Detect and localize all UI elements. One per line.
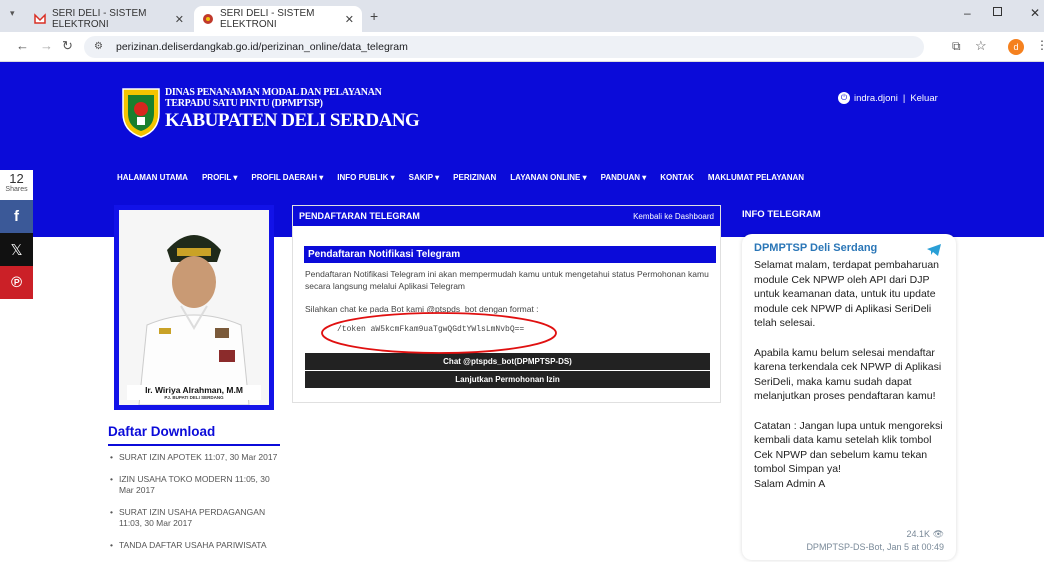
bookmark-star-icon[interactable]: ☆ [975,38,987,54]
forward-arrow-icon[interactable]: → [40,38,53,53]
site-title-line2: TERPADU SATU PINTU (DPMPTSP) [165,98,323,109]
red-annotation-ellipse [321,312,557,354]
x-share-button[interactable]: 𝕏 [0,233,33,266]
x-icon: 𝕏 [10,241,23,259]
user-menu: ⏻ indra.djoni | Keluar [838,92,938,104]
nav-kontak[interactable]: KONTAK [660,173,694,182]
view-count: 24.1K [906,529,931,539]
info-telegram-section: INFO TELEGRAM DPMPTSP Deli Serdang Selam… [736,205,956,561]
official-title: PJ. BUPATI DELI SERDANG [164,395,224,400]
new-tab-icon[interactable]: + [370,8,378,24]
official-portrait-image [119,210,269,405]
panel-title: PENDAFTARAN TELEGRAM [299,211,420,221]
site-title-line3: KABUPATEN DELI SERDANG [165,110,420,131]
download-item-date: 11:03, 30 Mar 2017 [119,518,193,528]
download-list-title: Daftar Download [108,424,216,439]
download-title-underline [108,444,280,446]
download-item-name[interactable]: SURAT IZIN USAHA PERDAGANGAN [119,507,265,517]
official-photo-frame: Ir. Wiriya Alrahman, M.M PJ. BUPATI DELI… [114,205,274,410]
maximize-icon[interactable] [993,7,1002,16]
download-item[interactable]: TANDA DAFTAR USAHA PARIWISATA [110,540,279,551]
telegram-message-text: Selamat malam, terdapat pembaharuan modu… [754,259,943,490]
download-item[interactable]: SURAT IZIN APOTEK 11:07, 30 Mar 2017 [110,452,279,463]
close-tab-icon[interactable]: ✕ [175,13,184,26]
official-caption: Ir. Wiriya Alrahman, M.M PJ. BUPATI DELI… [127,385,261,400]
telegram-icon [927,244,941,256]
reload-icon[interactable]: ↻ [62,38,73,54]
share-label: Shares [5,186,28,193]
back-arrow-icon[interactable]: ← [16,38,29,53]
close-window-icon[interactable]: ✕ [1030,6,1040,20]
info-telegram-title: INFO TELEGRAM [736,205,944,225]
telegram-registration-panel: PENDAFTARAN TELEGRAM Kembali ke Dashboar… [292,205,721,403]
back-to-dashboard-link[interactable]: Kembali ke Dashboard [633,212,714,221]
url-text: perizinan.deliserdangkab.go.id/perizinan… [116,41,408,53]
browser-tab-bar: ▾ SERI DELI - SISTEM ELEKTRONI ✕ SERI DE… [0,0,1044,32]
facebook-share-button[interactable]: f [0,200,33,233]
share-count: 12 [9,171,24,186]
official-name: Ir. Wiriya Alrahman, M.M [145,385,243,395]
tab-list-chevron-icon[interactable]: ▾ [10,8,15,19]
nav-profil[interactable]: PROFIL ▾ [202,173,237,182]
pinterest-share-button[interactable]: ℗ [0,266,33,299]
panel-header: PENDAFTARAN TELEGRAM Kembali ke Dashboar… [293,206,720,226]
download-item-date: 11:07, 30 Mar 2017 [204,452,278,462]
tab-label: SERI DELI - SISTEM ELEKTRONI [52,8,147,30]
nav-perizinan[interactable]: PERIZINAN [453,173,496,182]
share-sidebar: 12 Shares f 𝕏 ℗ [0,170,33,299]
telegram-message-card: DPMPTSP Deli Serdang Selamat malam, terd… [742,234,956,560]
nav-layanan-online[interactable]: LAYANAN ONLINE ▾ [510,173,586,182]
site-favicon-icon [202,13,214,25]
main-nav: HALAMAN UTAMA PROFIL ▾ PROFIL DAERAH ▾ I… [117,173,818,182]
message-meta: DPMPTSP-DS-Bot, Jan 5 at 00:49 [806,542,944,552]
nav-profil-daerah[interactable]: PROFIL DAERAH ▾ [251,173,323,182]
download-item-name[interactable]: TANDA DAFTAR USAHA PARIWISATA [119,540,267,550]
download-item[interactable]: IZIN USAHA TOKO MODERN 11:05, 30 Mar 201… [110,474,279,496]
site-logo[interactable] [117,83,165,139]
browser-menu-icon[interactable]: ⋮ [1036,38,1044,52]
site-info-icon[interactable]: ⚙ [94,36,103,58]
channel-name[interactable]: DPMPTSP Deli Serdang [754,242,944,254]
download-item[interactable]: SURAT IZIN USAHA PERDAGANGAN 11:03, 30 M… [110,507,279,529]
pinterest-icon: ℗ [10,274,23,291]
user-separator: | [902,92,906,104]
browser-tab-2[interactable]: SERI DELI - SISTEM ELEKTRONI ✕ [194,6,362,32]
site-title: DINAS PENANAMAN MODAL DAN PELAYANAN TERP… [165,87,420,132]
profile-avatar[interactable]: d [1008,39,1024,55]
address-bar-row: ← → ↻ ⚙ perizinan.deliserdangkab.go.id/p… [0,32,1044,62]
logout-link[interactable]: Keluar [910,93,937,104]
nav-halaman-utama[interactable]: HALAMAN UTAMA [117,173,188,182]
notification-subtitle: Pendaftaran Notifikasi Telegram [304,246,716,263]
eye-icon: 👁 [932,529,944,539]
url-input[interactable]: ⚙ perizinan.deliserdangkab.go.id/perizin… [84,36,924,58]
coat-of-arms-icon [122,88,160,138]
gmail-icon [34,13,46,25]
official-photo: Ir. Wiriya Alrahman, M.M PJ. BUPATI DELI… [119,210,269,405]
close-tab-icon[interactable]: ✕ [345,13,354,26]
tab-label: SERI DELI - SISTEM ELEKTRONI [220,8,315,30]
nav-info-publik[interactable]: INFO PUBLIK ▾ [337,173,394,182]
message-footer: 24.1K 👁 DPMPTSP-DS-Bot, Jan 5 at 00:49 [806,528,944,554]
notification-description: Pendaftaran Notifikasi Telegram ini akan… [305,269,709,291]
browser-tab-1[interactable]: SERI DELI - SISTEM ELEKTRONI ✕ [26,6,192,32]
download-item-name[interactable]: IZIN USAHA TOKO MODERN [119,474,233,484]
nav-panduan[interactable]: PANDUAN ▾ [601,173,647,182]
continue-permit-button[interactable]: Lanjutkan Permohonan Izin [305,371,710,388]
download-item-name[interactable]: SURAT IZIN APOTEK [119,452,202,462]
facebook-icon: f [14,208,19,225]
install-app-icon[interactable]: ⧉ [952,39,961,54]
site-title-line1: DINAS PENANAMAN MODAL DAN PELAYANAN [165,87,382,98]
nav-maklumat[interactable]: MAKLUMAT PELAYANAN [708,173,804,182]
power-icon: ⏻ [838,92,850,104]
user-name[interactable]: indra.djoni [854,93,898,104]
minimize-icon[interactable]: – [964,6,971,20]
nav-sakip[interactable]: SAKIP ▾ [409,173,440,182]
download-list: SURAT IZIN APOTEK 11:07, 30 Mar 2017 IZI… [110,452,279,562]
share-count-box: 12 Shares [0,170,33,200]
